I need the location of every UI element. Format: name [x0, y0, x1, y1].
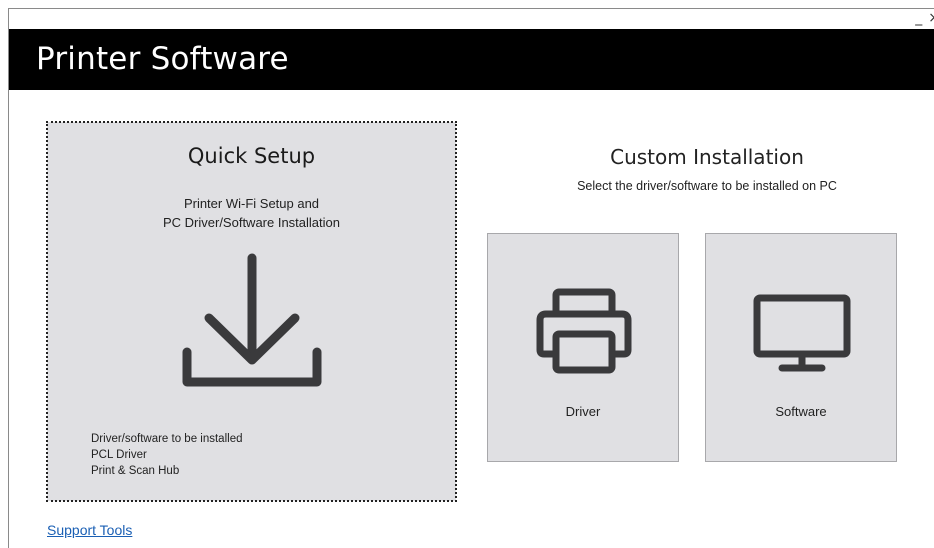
close-button[interactable]: × [928, 10, 934, 26]
quick-setup-description: Printer Wi-Fi Setup and PC Driver/Softwa… [47, 194, 456, 232]
download-icon [182, 253, 322, 387]
quick-setup-description-line2: PC Driver/Software Installation [162, 215, 340, 230]
software-button[interactable]: Software [705, 233, 897, 462]
title-bar: _ × [9, 9, 934, 29]
installed-heading: Driver/software to be installed [91, 433, 243, 445]
custom-installation-subtitle: Select the driver/software to be install… [577, 179, 837, 193]
custom-installation-title: Custom Installation [610, 145, 804, 169]
app-header: Printer Software [9, 29, 934, 90]
quick-setup-title: Quick Setup [187, 144, 316, 168]
installed-list: Driver/software to be installed PCL Driv… [91, 431, 242, 479]
quick-setup-description-line1: Printer Wi-Fi Setup and [183, 196, 320, 211]
support-tools-link[interactable]: Support Tools [47, 522, 132, 538]
installed-item: PCL Driver [91, 449, 147, 461]
window-controls: _ × [915, 10, 934, 26]
installed-item: Print & Scan Hub [91, 465, 180, 477]
minimize-button[interactable]: _ [915, 10, 922, 26]
installer-window: _ × Printer Software Quick Setup Printer… [8, 8, 934, 548]
driver-button[interactable]: Driver [487, 233, 679, 462]
software-label: Software [775, 404, 827, 419]
page-title: Printer Software [36, 41, 289, 77]
monitor-icon [753, 294, 851, 372]
driver-label: Driver [565, 404, 601, 419]
quick-setup-button[interactable]: Quick Setup Printer Wi-Fi Setup and PC D… [46, 121, 457, 502]
printer-icon [536, 288, 632, 374]
